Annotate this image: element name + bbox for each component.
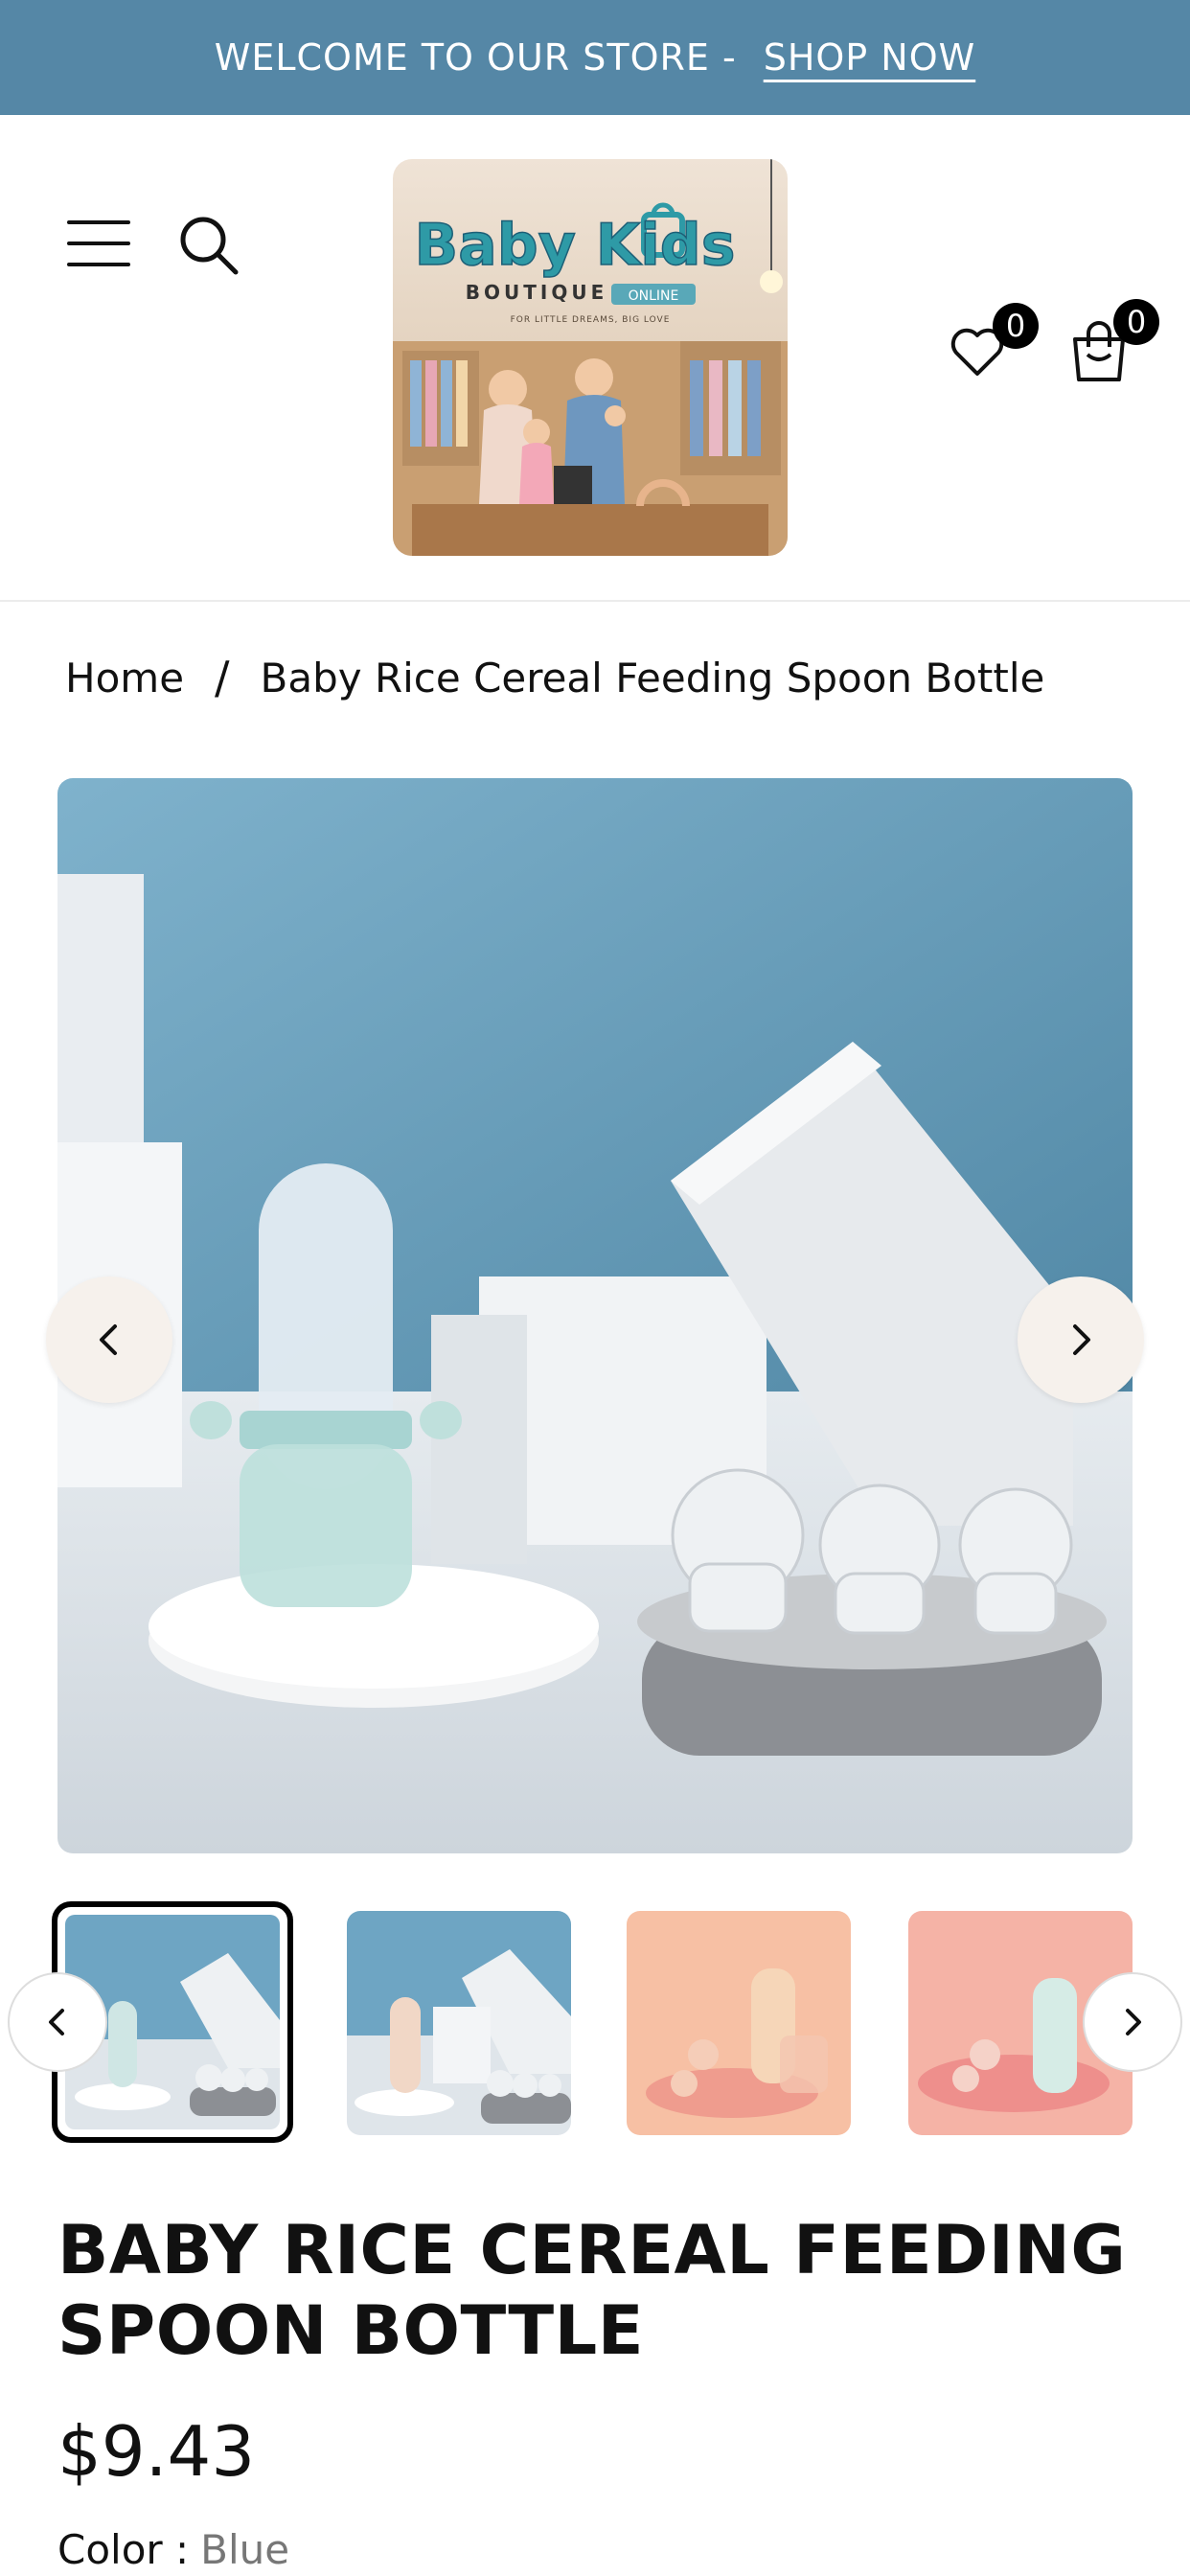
thumbnail-prev-button[interactable] bbox=[8, 1972, 107, 2072]
announcement-bar: WELCOME TO OUR STORE - SHOP NOW bbox=[0, 0, 1190, 115]
store-logo[interactable]: Baby Kids BOUTIQUE ONLINE FOR LITTLE DRE… bbox=[393, 159, 788, 556]
chevron-right-icon bbox=[1073, 1324, 1090, 1355]
menu-icon[interactable] bbox=[67, 220, 130, 266]
announcement-text: WELCOME TO OUR STORE - bbox=[214, 36, 737, 79]
chevron-right-icon bbox=[1126, 2009, 1141, 2036]
breadcrumb-home[interactable]: Home bbox=[65, 655, 184, 702]
main-image-next-button[interactable] bbox=[1018, 1276, 1144, 1403]
thumbnail-3[interactable] bbox=[627, 1911, 851, 2135]
product-price: $9.43 bbox=[57, 2411, 256, 2492]
color-label: Color : bbox=[57, 2526, 190, 2573]
main-image-prev-button[interactable] bbox=[46, 1276, 172, 1403]
thumbnail-2[interactable] bbox=[347, 1911, 571, 2135]
thumbnail-next-button[interactable] bbox=[1083, 1972, 1182, 2072]
logo-brand: Baby Kids bbox=[415, 212, 736, 279]
wishlist-count-badge: 0 bbox=[993, 303, 1039, 349]
search-icon[interactable] bbox=[178, 215, 240, 276]
chevron-left-icon bbox=[49, 2009, 64, 2036]
cart-count-badge: 0 bbox=[1113, 299, 1159, 345]
site-header: Baby Kids BOUTIQUE ONLINE FOR LITTLE DRE… bbox=[0, 115, 1190, 602]
thumbnail-strip bbox=[0, 1898, 1190, 2147]
cart-button[interactable]: 0 bbox=[1069, 299, 1159, 383]
wishlist-button[interactable]: 0 bbox=[949, 303, 1039, 381]
logo-tagline: FOR LITTLE DREAMS, BIG LOVE bbox=[511, 315, 671, 325]
shop-now-link[interactable]: SHOP NOW bbox=[764, 36, 976, 79]
color-value: Blue bbox=[200, 2526, 290, 2573]
product-color: Color : Blue bbox=[57, 2526, 289, 2573]
product-main-image[interactable] bbox=[57, 778, 1133, 1853]
breadcrumb-current: Baby Rice Cereal Feeding Spoon Bottle bbox=[260, 654, 1045, 702]
breadcrumb-separator: / bbox=[215, 652, 230, 703]
chevron-left-icon bbox=[100, 1324, 117, 1355]
logo-sub: BOUTIQUE bbox=[466, 281, 607, 304]
product-title: BABY RICE CEREAL FEEDING SPOON BOTTLE bbox=[57, 2211, 1127, 2370]
logo-badge: ONLINE bbox=[629, 288, 679, 304]
breadcrumb: Home / Baby Rice Cereal Feeding Spoon Bo… bbox=[65, 652, 1044, 703]
